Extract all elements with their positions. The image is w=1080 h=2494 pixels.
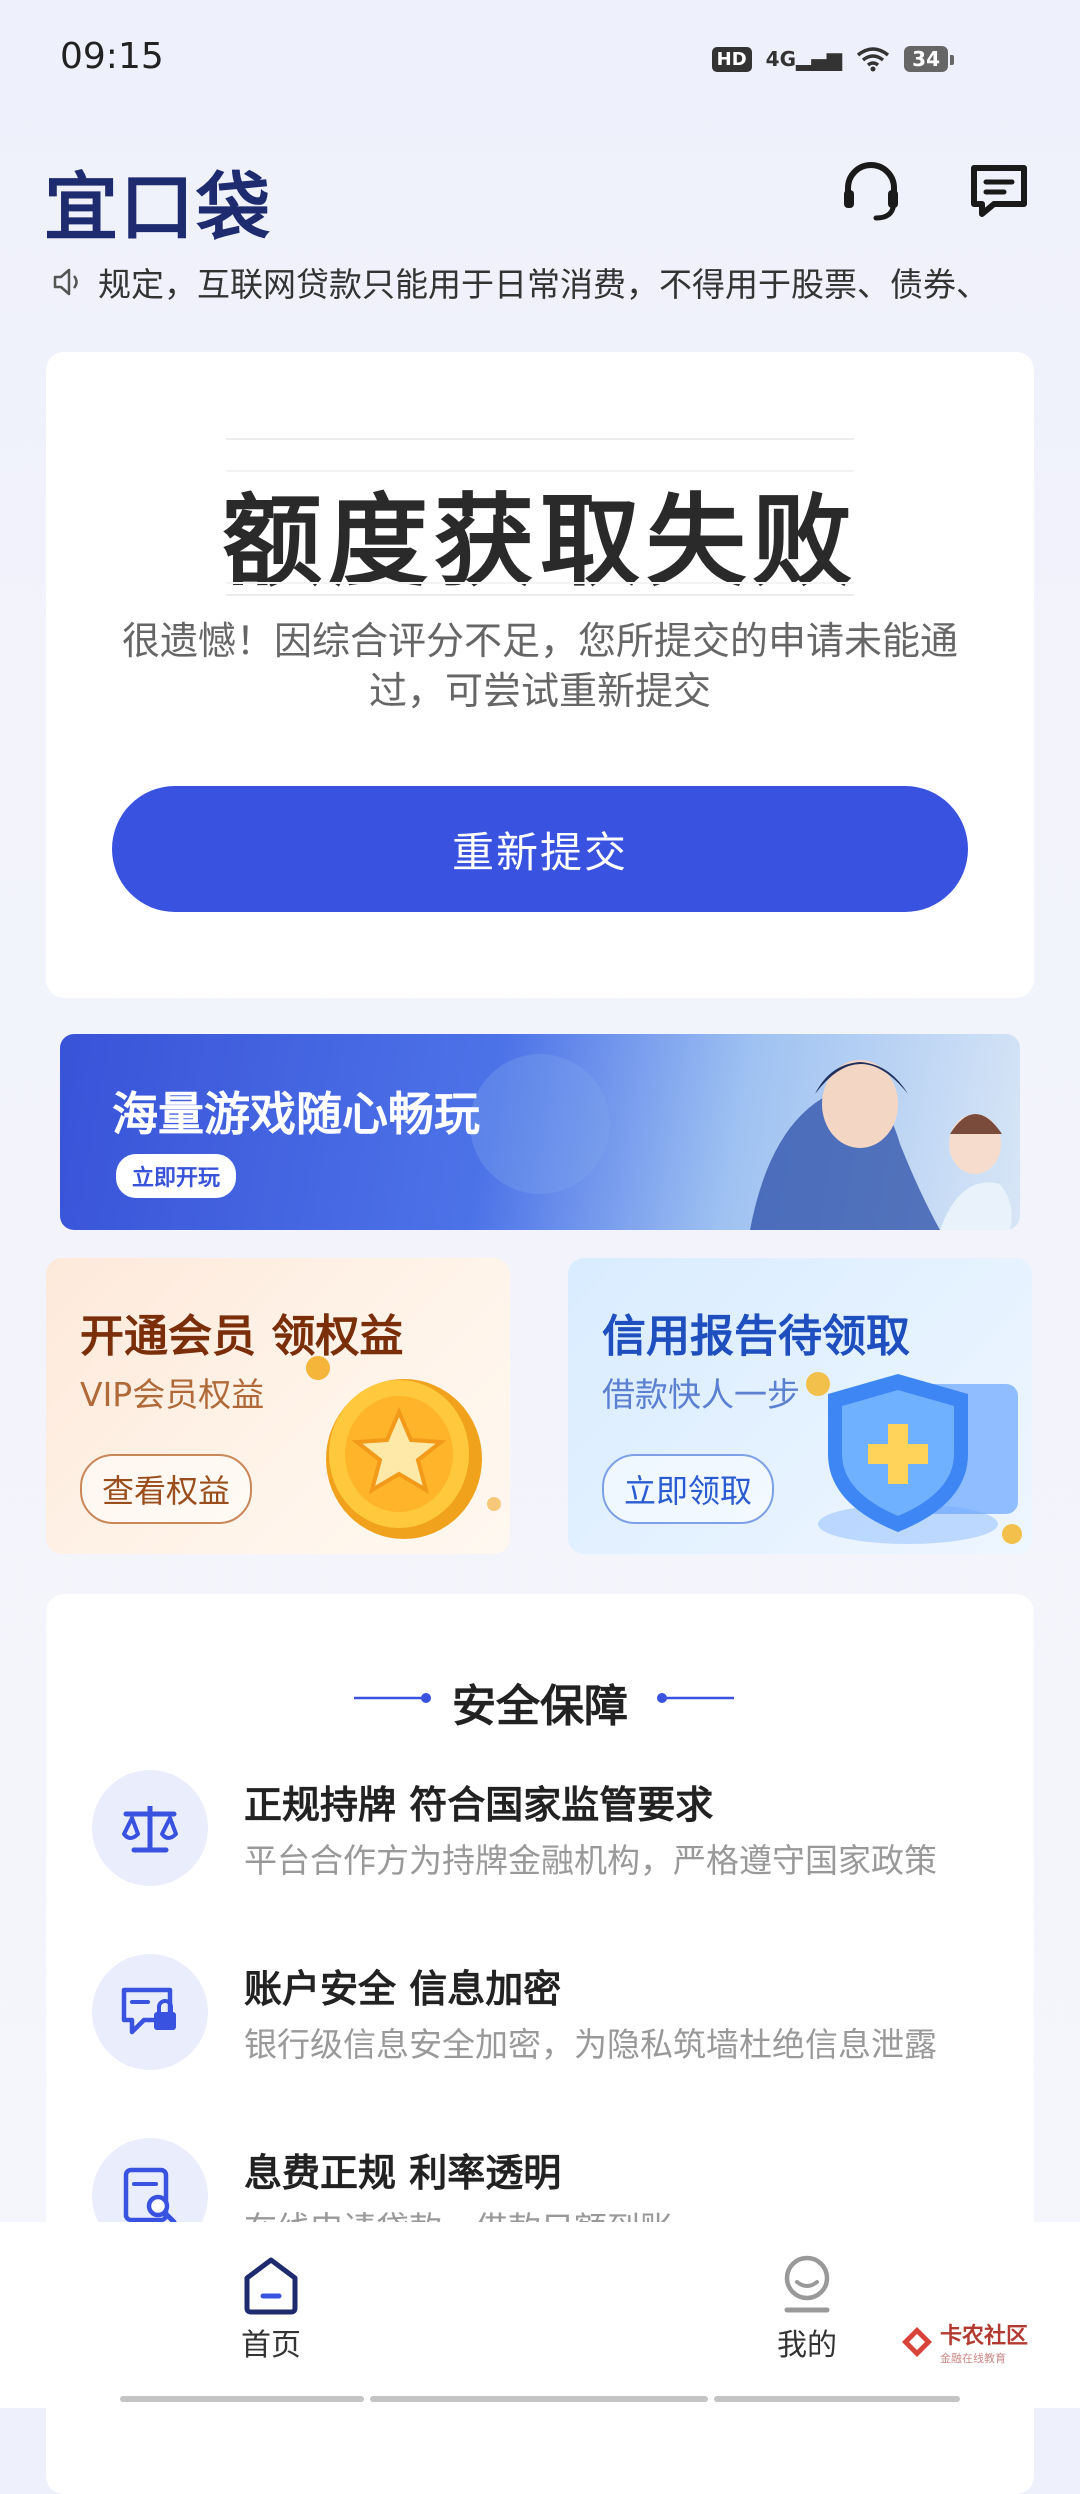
nav-home-label: 首页 (241, 2328, 301, 2363)
security-title: 安全保障 (452, 1681, 628, 1732)
game-banner[interactable]: 海量游戏随心畅玩 立即开玩 (60, 1034, 1020, 1230)
vip-promo-card[interactable]: 开通会员 领权益 VIP会员权益 查看权益 (46, 1258, 510, 1554)
gold-coin-icon (306, 1356, 501, 1539)
user-icon (784, 2255, 830, 2313)
status-icons: HD 4G▂▄▆ 34 (711, 46, 954, 72)
watermark-logo-icon (902, 2327, 932, 2357)
security-item-subtitle: 平台合作方为持牌金融机构，严格遵守国家政策 (244, 1841, 937, 1880)
view-benefits-button[interactable]: 查看权益 (80, 1454, 253, 1524)
result-description: 很遗憾！因综合评分不足，您所提交的申请未能通过，可尝试重新提交 (121, 619, 958, 713)
play-now-button[interactable]: 立即开玩 (116, 1154, 237, 1198)
divider (226, 594, 854, 596)
nav-mine-label: 我的 (777, 2328, 837, 2363)
wifi-icon (857, 47, 890, 72)
home-icon (244, 2257, 298, 2315)
notice-marquee[interactable]: 规定，互联网贷款只能用于日常消费，不得用于股票、债券、 (52, 258, 1042, 306)
status-time: 09:15 (60, 36, 164, 77)
vip-promo-subtitle: VIP会员权益 (80, 1375, 265, 1414)
divider (226, 582, 854, 584)
message-icon[interactable] (966, 158, 1032, 224)
credit-promo-subtitle: 借款快人一步 (602, 1375, 800, 1414)
cellular-signal-icon: 4G▂▄▆ (765, 47, 843, 71)
balance-scale-icon (92, 1770, 208, 1886)
credit-report-card[interactable]: 信用报告待领取 借款快人一步 立即领取 (568, 1258, 1032, 1554)
resubmit-button[interactable]: 重新提交 (112, 786, 968, 912)
nav-home[interactable]: 首页 (226, 2254, 316, 2364)
watermark-text: 卡农社区 (940, 2324, 1029, 2349)
notice-text: 规定，互联网贷款只能用于日常消费，不得用于股票、债券、 (98, 265, 989, 304)
result-card: 额度获取失败 很遗憾！因综合评分不足，您所提交的申请未能通过，可尝试重新提交 重… (46, 352, 1034, 998)
banner-title: 海量游戏随心畅玩 (112, 1087, 480, 1141)
security-item-title: 正规持牌 符合国家监管要求 (244, 1783, 714, 1827)
customer-service-icon[interactable] (838, 158, 904, 224)
nav-mine[interactable]: 我的 (762, 2254, 852, 2364)
watermark-sub: 金融在线教育 (940, 2352, 1006, 2365)
gesture-bar (714, 2396, 960, 2402)
claim-now-button[interactable]: 立即领取 (602, 1454, 775, 1524)
shield-icon (806, 1372, 1022, 1544)
account-security-icon (92, 1954, 208, 2070)
gesture-bar (120, 2396, 364, 2402)
app-logo: 宜口袋 (44, 165, 272, 251)
divider (226, 438, 854, 440)
game-characters-image (470, 1054, 1012, 1230)
speaker-icon (53, 268, 78, 296)
watermark: 卡农社区 金融在线教育 (900, 2318, 1028, 2366)
hd-icon: HD (711, 46, 752, 72)
security-item-subtitle: 银行级信息安全加密，为隐私筑墙杜绝信息泄露 (244, 2025, 937, 2064)
bottom-nav: 首页 我的 (0, 2222, 1080, 2408)
title-decoration-right (657, 1693, 734, 1703)
battery-icon: 34 (904, 46, 954, 72)
security-item-title: 息费正规 利率透明 (244, 2151, 562, 2195)
security-item-title: 账户安全 信息加密 (244, 1967, 562, 2011)
gesture-bar (370, 2396, 708, 2402)
